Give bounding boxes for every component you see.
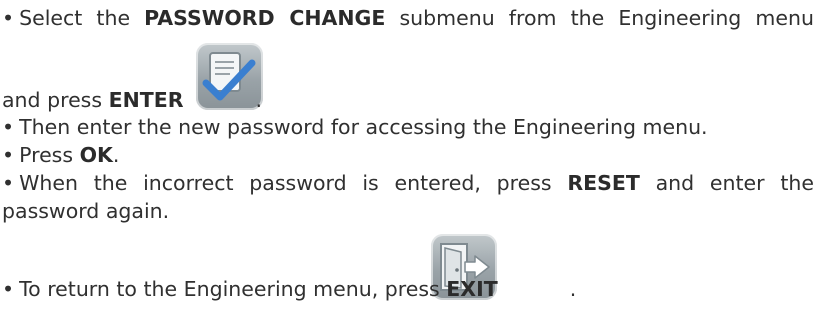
- step2-line: • Then enter the new password for accessi…: [2, 115, 708, 139]
- step5-suffix: .: [569, 277, 577, 301]
- ok-label: OK: [79, 143, 113, 167]
- bullet: •: [2, 6, 15, 30]
- step1-line2: and press ENTER.: [2, 88, 262, 112]
- step1-line2-prefix: and press: [2, 88, 103, 112]
- instruction-document: • Select the PASSWORD CHANGE submenu from…: [0, 0, 822, 313]
- exit-label: EXIT: [446, 277, 498, 301]
- step1-line1: • Select the PASSWORD CHANGE submenu from…: [2, 6, 814, 30]
- step3-suffix: .: [112, 143, 120, 167]
- step1-prefix: Select the: [19, 6, 131, 30]
- step3-prefix: Press: [19, 143, 74, 167]
- step5-prefix: To return to the Engineering menu, press: [19, 277, 440, 301]
- bullet: •: [2, 143, 15, 167]
- step1-middle: submenu from the Engineering menu: [399, 6, 814, 30]
- reset-label: RESET: [567, 171, 640, 195]
- step4-prefix: When the incorrect password is entered, …: [19, 171, 552, 195]
- step5-line: • To return to the Engineering menu, pres…: [2, 277, 576, 301]
- step4-line2-text: password again.: [2, 199, 170, 223]
- step2-text: Then enter the new password for accessin…: [19, 115, 708, 139]
- bullet: •: [2, 171, 15, 195]
- bullet: •: [2, 115, 15, 139]
- password-change-label: PASSWORD CHANGE: [144, 6, 386, 30]
- bullet: •: [2, 277, 15, 301]
- step1-suffix: .: [255, 88, 263, 112]
- enter-label: ENTER: [108, 88, 184, 112]
- step3-line: • Press OK.: [2, 143, 119, 167]
- step4-line1: • When the incorrect password is entered,…: [2, 171, 814, 195]
- step4-line2: password again.: [2, 199, 169, 223]
- step4-middle: and enter the: [655, 171, 814, 195]
